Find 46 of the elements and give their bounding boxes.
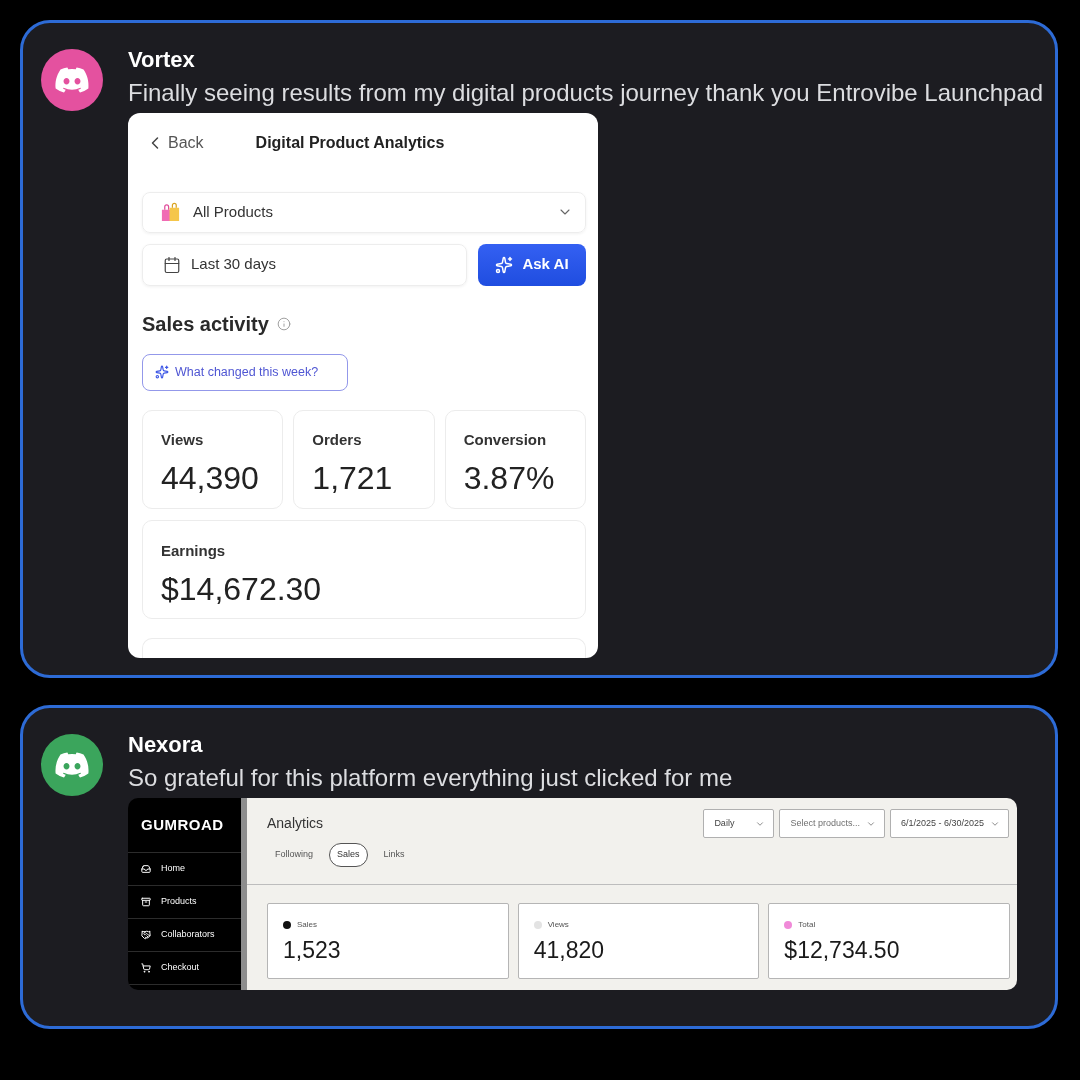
ask-ai-button[interactable]: Ask AI	[478, 243, 586, 286]
tab[interactable]: Links	[375, 843, 413, 867]
stat-label: Sales	[297, 919, 317, 931]
stat-value: 44,390	[161, 459, 260, 496]
sparkle-icon	[155, 365, 169, 380]
stat-label: Earnings	[161, 541, 227, 560]
section-title: Sales activity	[142, 311, 269, 337]
suggestion-button[interactable]: What changed this week?	[142, 353, 348, 391]
stat-value: 1,523	[283, 937, 342, 964]
author-name: Vortex	[128, 47, 196, 73]
stat-label: Orders	[312, 430, 363, 449]
nav-item[interactable]: Checkout	[128, 951, 241, 984]
tab[interactable]: Sales	[329, 843, 368, 867]
handshake-icon	[141, 930, 151, 940]
shopping-bags-icon	[160, 201, 181, 223]
stat-label: Views	[161, 430, 205, 449]
filter-select[interactable]: Daily	[703, 809, 775, 838]
nav-item[interactable]: Collaborators	[128, 918, 241, 951]
calendar-icon	[163, 255, 181, 274]
logo: GUMROAD	[141, 814, 224, 835]
inbox-icon	[141, 864, 151, 874]
page-title: Analytics	[267, 815, 325, 831]
date-select[interactable]: Last 30 days	[142, 243, 467, 286]
sparkle-icon	[495, 255, 514, 274]
stat-value: 41,820	[533, 937, 606, 964]
cart-icon	[141, 963, 151, 973]
stat-value: 1,721	[312, 459, 394, 496]
stat-value: $14,672.30	[161, 570, 323, 607]
product-select[interactable]: All Products	[142, 192, 586, 233]
author-name: Nexora	[128, 732, 204, 758]
info-icon	[276, 316, 291, 331]
message-text: So grateful for this platform everything just clicked for me	[128, 763, 734, 793]
nav-item[interactable]: Home	[128, 852, 241, 885]
stat-label: Views	[547, 919, 569, 931]
tab[interactable]: Following	[267, 843, 322, 867]
page-title: Digital Product Analytics	[255, 133, 445, 153]
message-text: Finally seeing results from my digital products journey thank you Entrovibe Launchpad	[128, 78, 1044, 108]
nav-item[interactable]: Products	[128, 885, 241, 918]
stat-value: $12,734.50	[784, 937, 901, 964]
stat-label: Total	[798, 919, 816, 931]
stat-label: Conversion	[463, 430, 548, 449]
stat-value: 3.87%	[463, 459, 556, 496]
back-button[interactable]: Back	[142, 131, 204, 155]
filter-select[interactable]: 6/1/2025 - 6/30/2025	[889, 809, 1009, 838]
archive-icon	[141, 897, 151, 907]
filter-select[interactable]: Select products...	[779, 809, 885, 838]
